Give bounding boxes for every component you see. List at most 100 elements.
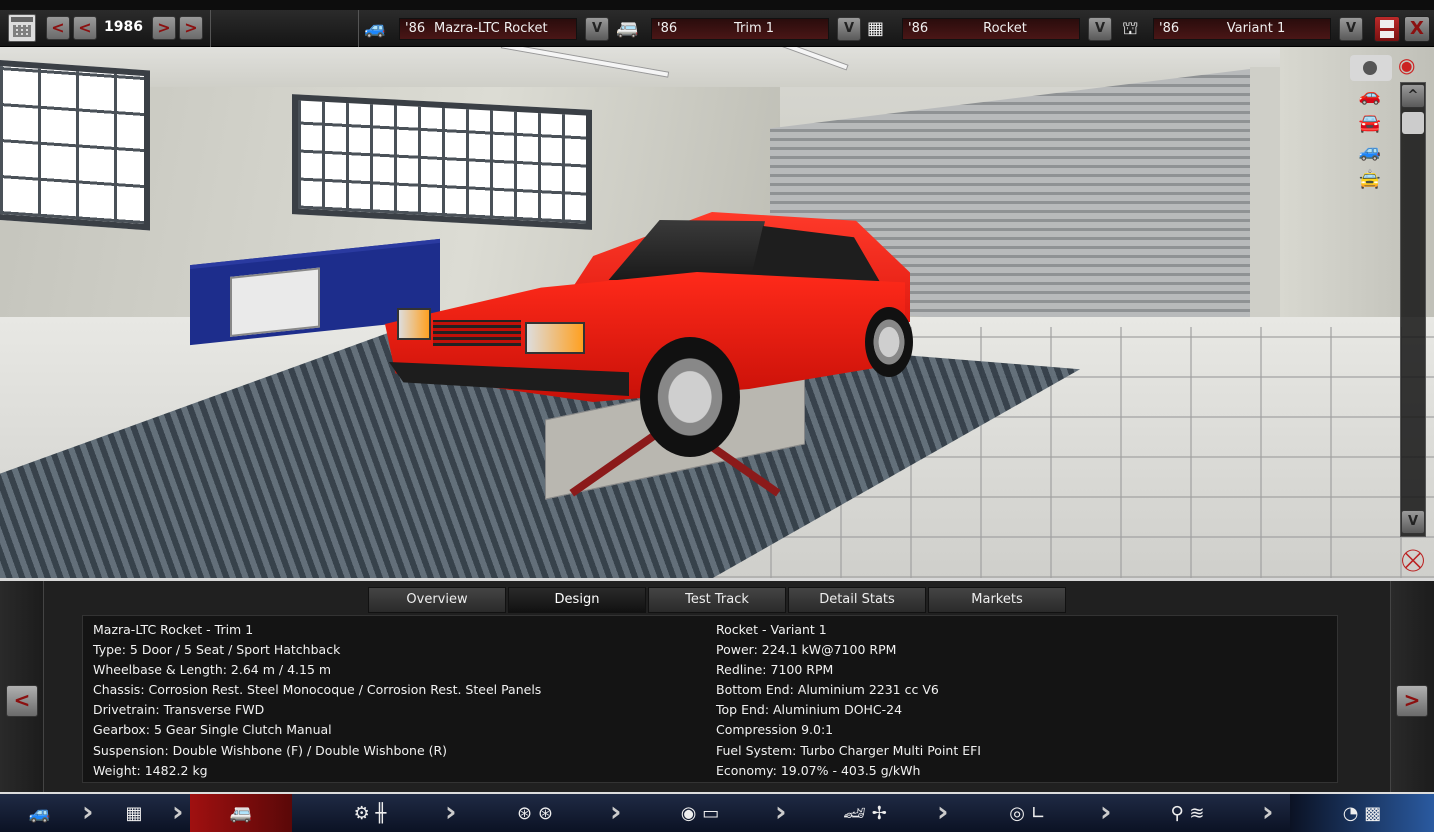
engine-summary-column: Rocket - Variant 1 Power: 224.1 kW@7100 … <box>716 620 981 781</box>
garage-door-frame <box>1250 67 1280 337</box>
next-page-button[interactable]: > <box>1396 685 1428 717</box>
car-type: Type: 5 Door / 5 Seat / Sport Hatchback <box>93 642 341 658</box>
variant-year: '86 <box>1159 21 1180 36</box>
trim-select[interactable]: '86 Trim 1 <box>651 18 829 40</box>
model-name: Mazra-LTC Rocket <box>434 21 548 36</box>
zoom-up-button[interactable]: ^ <box>1401 84 1425 108</box>
nav-wheels-icon[interactable]: ⊛ ⊛ <box>470 794 600 832</box>
car-suspension: Suspension: Double Wishbone (F) / Double… <box>93 742 448 758</box>
nav-chassis-icon[interactable]: ▦ <box>96 794 172 832</box>
engine-bottom-end: Bottom End: Aluminium 2231 cc V6 <box>716 682 939 698</box>
nav-trim-icon[interactable]: 🚐 <box>190 794 292 832</box>
zoom-scrollbar[interactable] <box>1400 82 1426 537</box>
engine-fuel-system: Fuel System: Turbo Charger Multi Point E… <box>716 742 981 758</box>
car-designer-screen: < < 1986 > > 🚙 '86 Mazra-LTC Rocket V 🚐 … <box>0 0 1434 832</box>
chevron-right-icon: › <box>1262 795 1274 828</box>
nav-test-icon[interactable]: ◔ ▩ <box>1290 794 1434 832</box>
tab-design[interactable]: Design <box>508 587 646 613</box>
variant-dropdown-button[interactable]: V <box>1339 17 1363 41</box>
car-wheel <box>865 307 913 377</box>
model-dropdown-button[interactable]: V <box>585 17 609 41</box>
engine-title: Rocket - Variant 1 <box>716 622 827 637</box>
zoom-down-button[interactable]: V <box>1401 510 1425 534</box>
chevron-right-icon: › <box>445 795 457 828</box>
divider <box>358 10 359 47</box>
rear-view-icon[interactable]: 🚙 <box>1352 141 1388 162</box>
tab-detail-stats[interactable]: Detail Stats <box>788 587 926 613</box>
car-model <box>385 212 915 457</box>
save-icon[interactable] <box>1374 16 1400 42</box>
divider <box>210 10 211 47</box>
previous-page-button[interactable]: < <box>6 685 38 717</box>
car-wheel <box>640 337 740 457</box>
car-title: Mazra-LTC Rocket - Trim 1 <box>93 622 254 637</box>
garage-3d-view[interactable]: ◉ 🚗 🚘 🚙 🚖 <box>0 47 1434 578</box>
engine-redline: Redline: 7100 RPM <box>716 662 834 678</box>
info-panel: Overview Design Test Track Detail Stats … <box>0 578 1434 795</box>
year-back-fast-button[interactable]: < <box>46 16 70 40</box>
reset-view-icon[interactable]: ⛒ <box>1398 548 1428 574</box>
model-year: '86 <box>405 21 426 36</box>
car-headlight <box>525 322 585 354</box>
nav-model-icon[interactable]: 🚙 <box>0 794 80 832</box>
engine-variant-icon: ⛫ <box>1122 18 1139 39</box>
car-grille <box>433 320 521 346</box>
trim-icon: 🚐 <box>616 18 639 39</box>
tab-markets[interactable]: Markets <box>928 587 1066 613</box>
car-summary-box: Mazra-LTC Rocket - Trim 1 Type: 5 Door /… <box>82 615 1338 783</box>
camera-icon[interactable] <box>1350 55 1392 81</box>
car-headlight <box>397 308 431 340</box>
top-view-icon[interactable]: 🚖 <box>1352 169 1388 190</box>
garage-window <box>292 94 592 230</box>
engine-select[interactable]: '86 Rocket <box>902 18 1080 40</box>
car-drivetrain: Drivetrain: Transverse FWD <box>93 702 265 718</box>
side-view-icon[interactable]: 🚘 <box>1352 113 1388 134</box>
variant-name: Variant 1 <box>1226 21 1286 36</box>
calendar-icon[interactable] <box>8 14 36 42</box>
year-forward-button[interactable]: > <box>152 16 176 40</box>
model-select[interactable]: '86 Mazra-LTC Rocket <box>399 18 577 40</box>
trim-year: '86 <box>657 21 678 36</box>
nav-suspension-icon[interactable]: ⚲ ≋ <box>1120 794 1255 832</box>
nav-aero-icon[interactable]: 🏎 ✢ <box>795 794 935 832</box>
nav-body-icon[interactable]: ◉ ▭ <box>630 794 770 832</box>
front-view-icon[interactable]: 🚗 <box>1352 85 1388 106</box>
chevron-right-icon: › <box>775 795 787 828</box>
chevron-right-icon: › <box>172 795 184 828</box>
car-chassis: Chassis: Corrosion Rest. Steel Monocoque… <box>93 682 542 698</box>
engine-power: Power: 224.1 kW@7100 RPM <box>716 642 897 658</box>
tab-overview[interactable]: Overview <box>368 587 506 613</box>
car-summary-column: Mazra-LTC Rocket - Trim 1 Type: 5 Door /… <box>93 620 541 781</box>
engine-compression: Compression 9.0:1 <box>716 722 834 738</box>
zoom-scroll-thumb[interactable] <box>1402 112 1424 134</box>
car-gearbox: Gearbox: 5 Gear Single Clutch Manual <box>93 722 332 738</box>
bottom-navigation: 🚙 › ▦ › 🚐 › ⚙ ╫ › ⊛ ⊛ › ◉ ▭ › 🏎 ✢ › ◎ ∟ … <box>0 792 1434 832</box>
engine-top-end: Top End: Aluminium DOHC-24 <box>716 702 903 718</box>
car-model-icon: 🚙 <box>364 18 387 39</box>
engine-name: Rocket <box>983 21 1027 36</box>
year-forward-fast-button[interactable]: > <box>179 16 203 40</box>
chevron-right-icon: › <box>937 795 949 828</box>
eye-icon[interactable]: ◉ <box>1398 53 1430 77</box>
car-wheelbase: Wheelbase & Length: 2.64 m / 4.15 m <box>93 662 332 678</box>
engine-dropdown-button[interactable]: V <box>1088 17 1112 41</box>
trim-name: Trim 1 <box>733 21 775 36</box>
close-button[interactable]: X <box>1404 16 1430 42</box>
nav-gearbox-icon[interactable]: ⚙ ╫ <box>300 794 440 832</box>
year-back-button[interactable]: < <box>73 16 97 40</box>
car-weight: Weight: 1482.2 kg <box>93 762 208 778</box>
garage-window <box>0 59 150 231</box>
chevron-right-icon: › <box>82 795 94 828</box>
year-label: 1986 <box>104 19 143 35</box>
top-toolbar: < < 1986 > > 🚙 '86 Mazra-LTC Rocket V 🚐 … <box>0 10 1434 47</box>
variant-select[interactable]: '86 Variant 1 <box>1153 18 1331 40</box>
top-strip <box>0 0 1434 10</box>
trim-dropdown-button[interactable]: V <box>837 17 861 41</box>
tab-test-track[interactable]: Test Track <box>648 587 786 613</box>
chevron-right-icon: › <box>610 795 622 828</box>
chevron-right-icon: › <box>1100 795 1112 828</box>
engine-year: '86 <box>908 21 929 36</box>
nav-interior-icon[interactable]: ◎ ∟ <box>960 794 1095 832</box>
engine-block-icon: ▦ <box>867 18 885 39</box>
engine-economy: Economy: 19.07% - 403.5 g/kWh <box>716 762 921 778</box>
